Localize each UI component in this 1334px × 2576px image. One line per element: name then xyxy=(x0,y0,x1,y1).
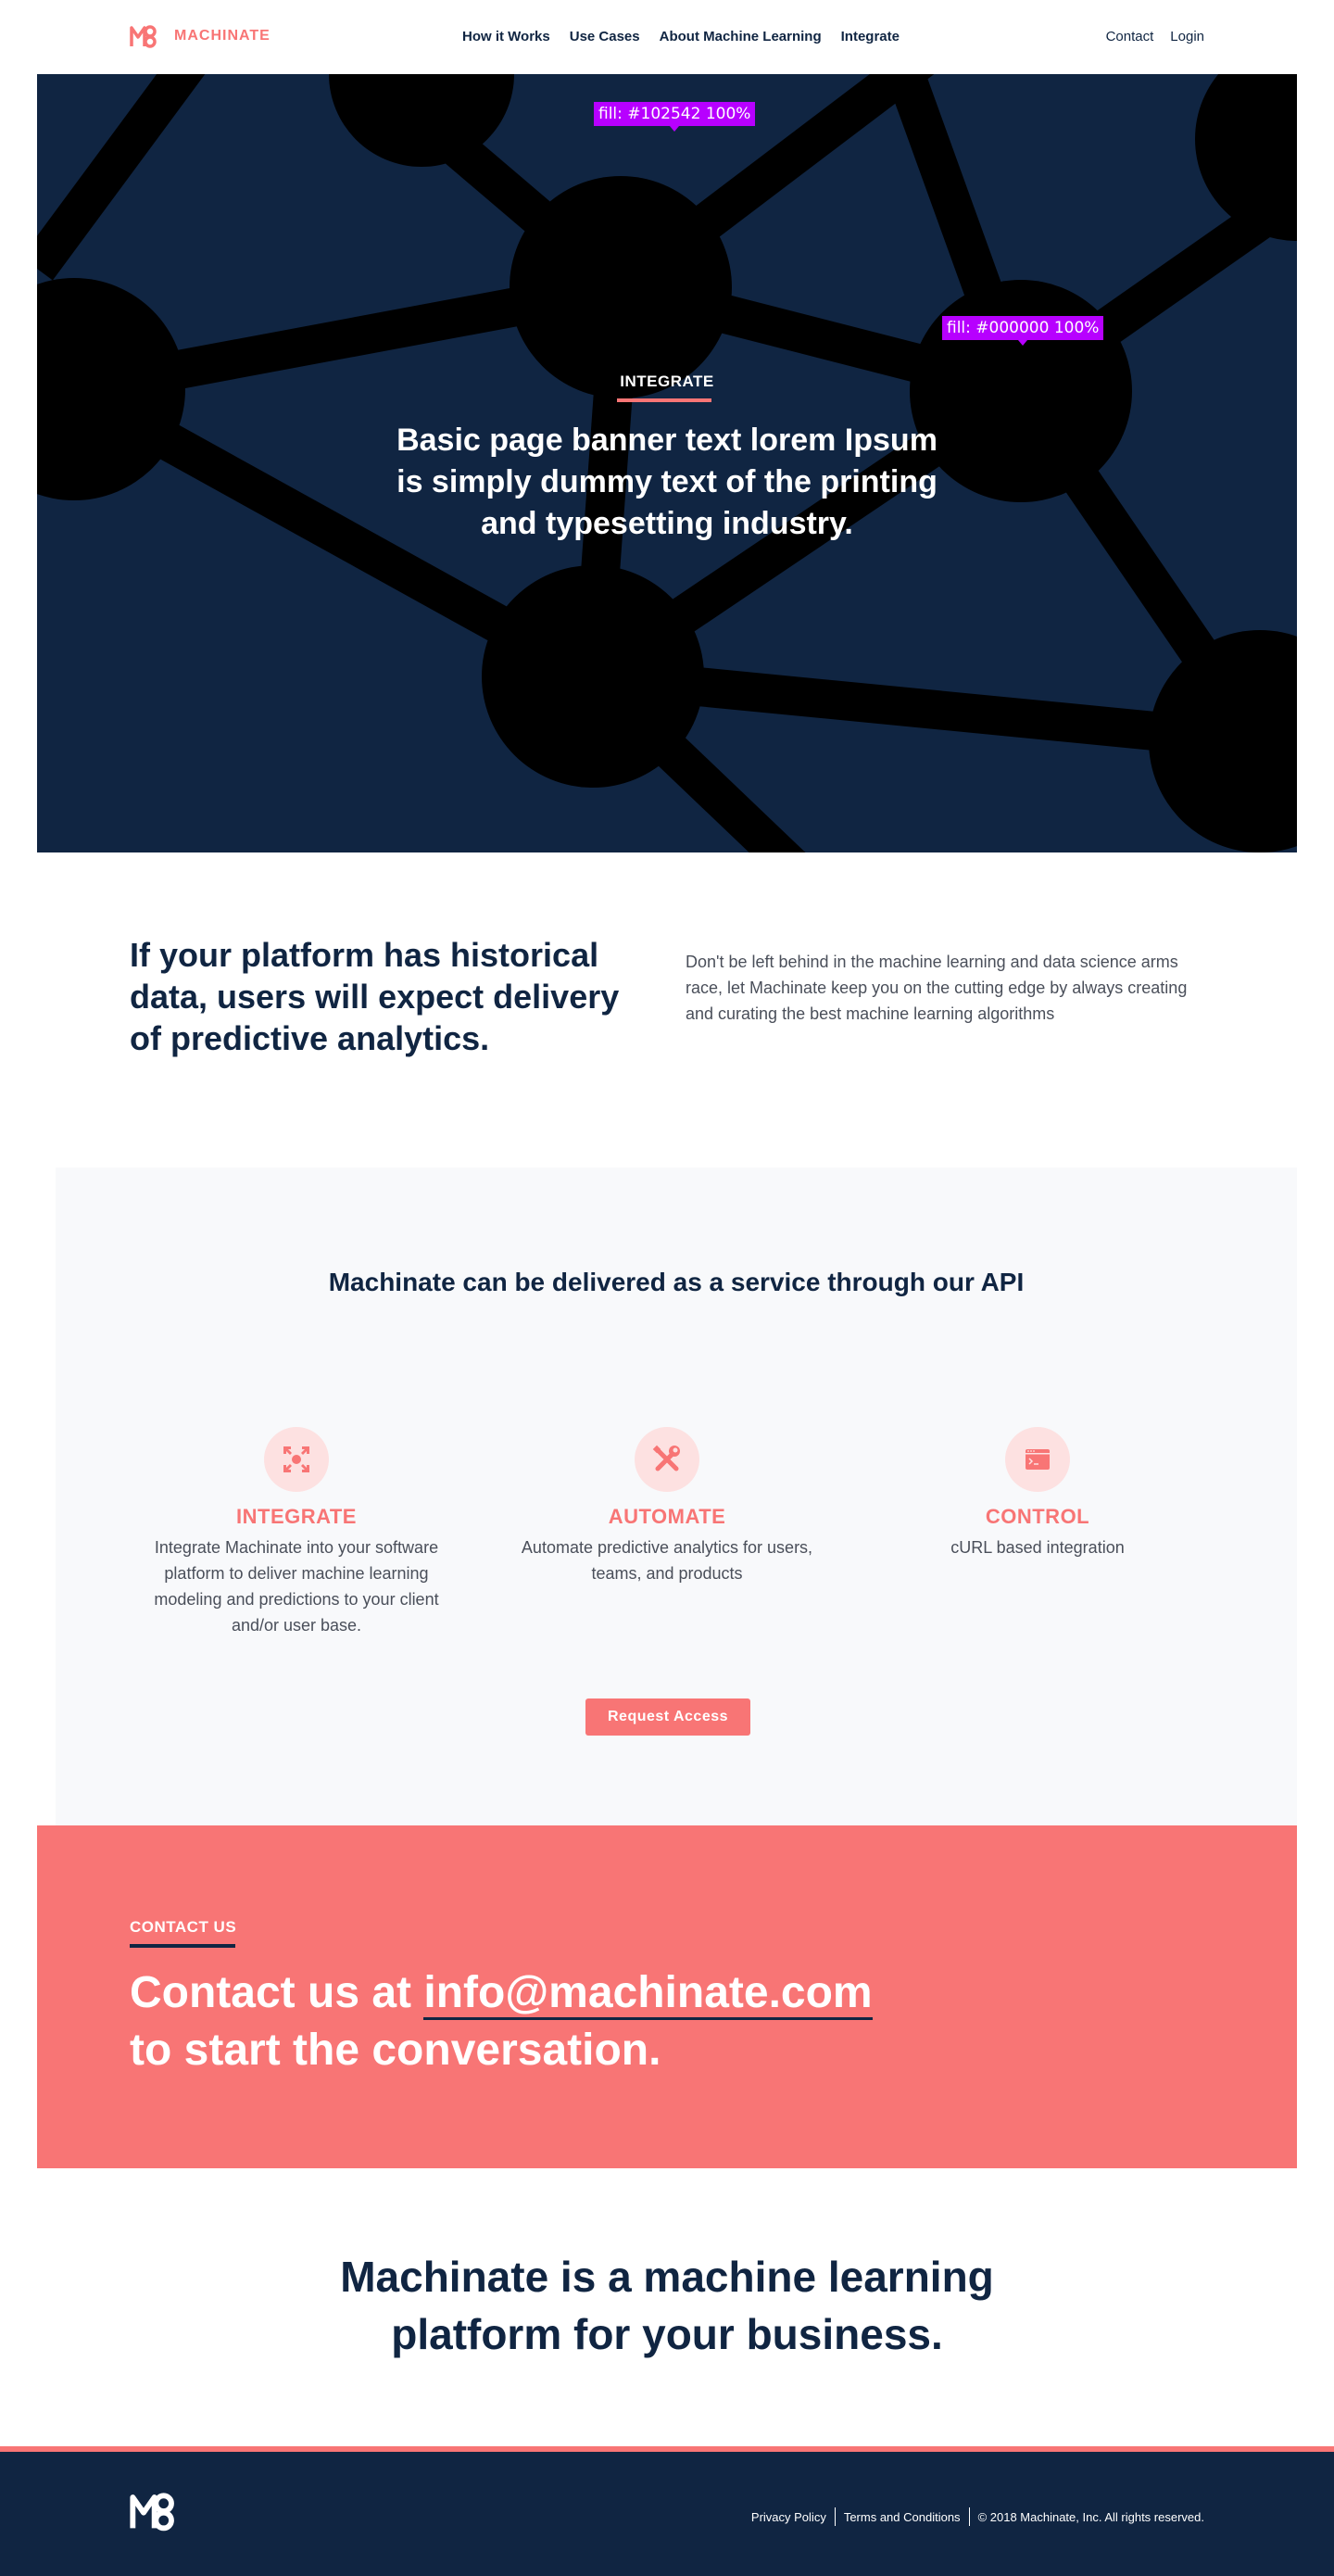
hero-title: Basic page banner text lorem Ipsum is si… xyxy=(396,423,938,541)
footer-logo[interactable] xyxy=(130,2491,176,2536)
hero-eyebrow-underline xyxy=(617,398,711,402)
request-access-button[interactable]: Request Access xyxy=(585,1698,750,1736)
nav-link-login[interactable]: Login xyxy=(1170,29,1204,44)
main-menu: How it Works Use Cases About Machine Lea… xyxy=(462,29,900,44)
brand-name: MACHINATE xyxy=(174,28,271,44)
feature-title: INTEGRATE xyxy=(236,1505,357,1528)
machinate-logo-icon xyxy=(130,25,157,48)
terminal-window-icon xyxy=(1026,1449,1050,1470)
feature-title: CONTROL xyxy=(985,1505,1090,1528)
hero-eyebrow: INTEGRATE xyxy=(620,373,714,390)
design-annotation-background-fill: fill: #102542 100% xyxy=(594,102,756,132)
collapse-arrows-icon xyxy=(283,1446,309,1472)
footer-link-privacy[interactable]: Privacy Policy xyxy=(751,2510,826,2524)
nav-link-about-ml[interactable]: About Machine Learning xyxy=(660,29,822,44)
contact-email-link[interactable]: info@machinate.com xyxy=(423,1968,873,2020)
footer-divider xyxy=(968,2507,970,2526)
feature-title: AUTOMATE xyxy=(608,1505,726,1528)
nav-link-integrate[interactable]: Integrate xyxy=(841,29,900,44)
feature-automate: AUTOMATE Automate predictive analytics f… xyxy=(500,1427,834,1586)
site-footer: Privacy Policy Terms and Conditions © 20… xyxy=(0,2452,1334,2576)
feature-text: Automate predictive analytics for users,… xyxy=(521,1538,813,1583)
closing-tagline: Machinate is a machine learning platform… xyxy=(0,2248,1334,2363)
nav-link-use-cases[interactable]: Use Cases xyxy=(570,29,640,44)
feature-text: Integrate Machinate into your software p… xyxy=(154,1538,439,1635)
footer-copyright: © 2018 Machinate, Inc. All rights reserv… xyxy=(977,2509,1204,2524)
feature-icon-circle xyxy=(635,1427,699,1492)
footer-links: Privacy Policy Terms and Conditions © 20… xyxy=(751,2507,1204,2526)
design-annotation-node-fill: fill: #000000 100% xyxy=(942,316,1104,346)
contact-eyebrow-underline xyxy=(130,1944,235,1948)
footer-link-terms[interactable]: Terms and Conditions xyxy=(844,2510,961,2524)
footer-divider xyxy=(834,2507,836,2526)
contact-message: Contact us at info@machinate.com to star… xyxy=(130,1964,873,2079)
feature-integrate: INTEGRATE Integrate Machinate into your … xyxy=(130,1427,463,1638)
machinate-logo-icon xyxy=(130,2493,174,2532)
nav-link-how-it-works[interactable]: How it Works xyxy=(462,29,550,44)
service-section: Machinate can be delivered as a service … xyxy=(56,1168,1297,1825)
feature-icon-circle xyxy=(1005,1427,1070,1492)
service-title: Machinate can be delivered as a service … xyxy=(328,1268,1025,1296)
brand-logo[interactable]: MACHINATE xyxy=(130,24,271,48)
wrench-screwdriver-icon xyxy=(652,1445,680,1471)
contact-prefix: Contact us at xyxy=(130,1968,424,2017)
feature-text: cURL based integration xyxy=(950,1538,1125,1557)
contact-suffix: to start the conversation. xyxy=(130,2026,661,2075)
closing-tagline-text: Machinate is a machine learning platform… xyxy=(340,2253,994,2358)
contact-eyebrow: CONTACT US xyxy=(130,1918,237,1936)
intro-body: Don't be left behind in the machine lear… xyxy=(686,953,1188,1023)
hero-banner: fill: #102542 100% fill: #000000 100% IN… xyxy=(37,74,1297,852)
intro-heading: If your platform has historical data, us… xyxy=(130,936,620,1057)
top-nav: MACHINATE How it Works Use Cases About M… xyxy=(0,0,1334,74)
feature-control: CONTROL cURL based integration xyxy=(871,1427,1204,1560)
contact-section: CONTACT US Contact us at info@machinate.… xyxy=(37,1825,1297,2168)
feature-icon-circle xyxy=(264,1427,329,1492)
nav-link-contact[interactable]: Contact xyxy=(1106,29,1154,44)
account-menu: Contact Login xyxy=(1106,29,1204,44)
